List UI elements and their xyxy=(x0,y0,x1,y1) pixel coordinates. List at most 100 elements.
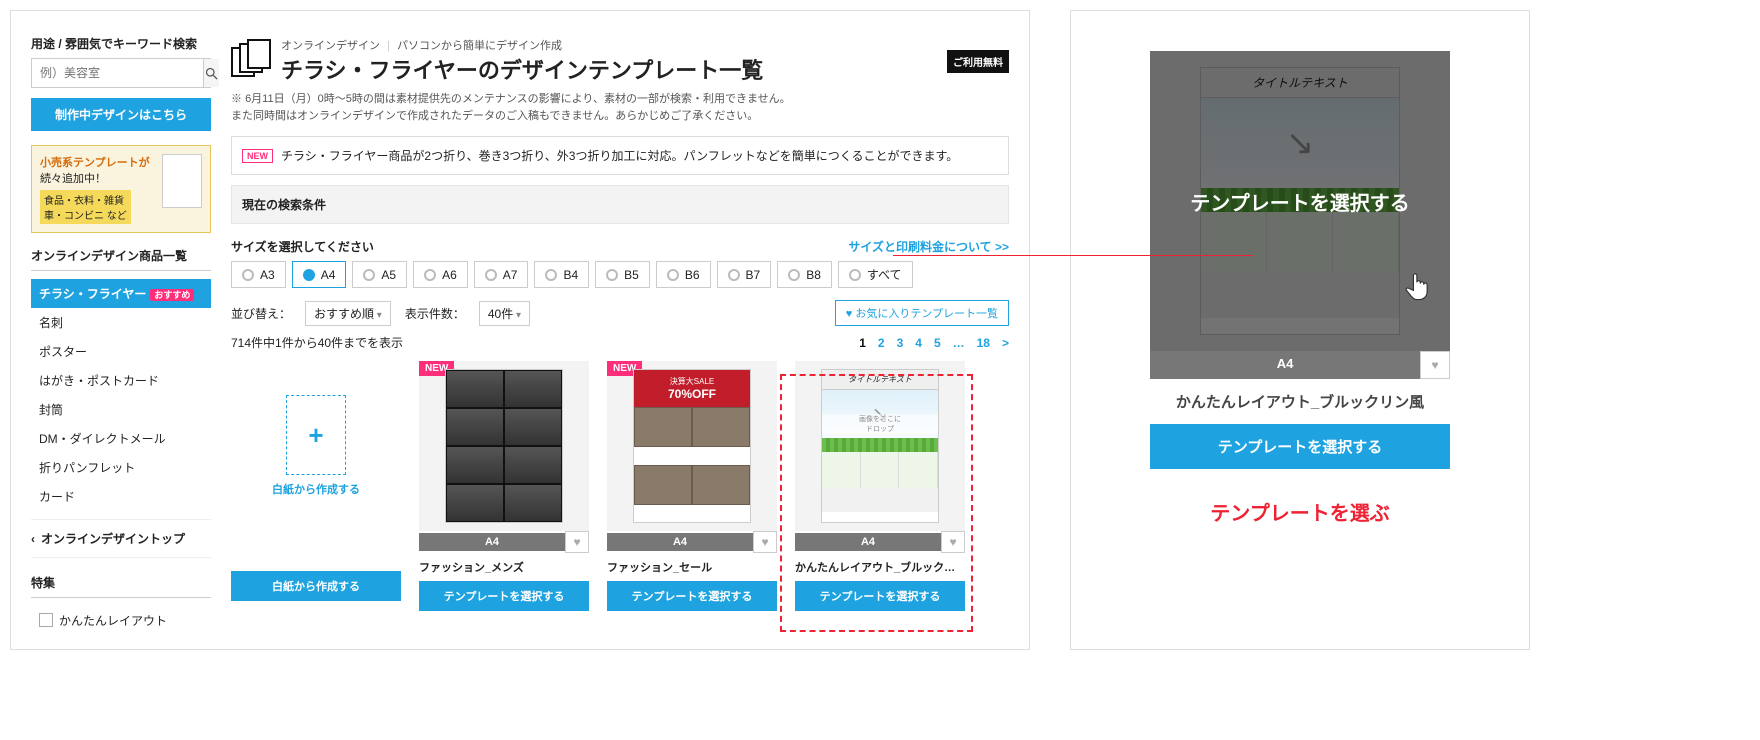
breadcrumb-a[interactable]: オンラインデザイン xyxy=(281,40,380,52)
blank-create-button[interactable]: 白紙から作成する xyxy=(231,571,401,601)
select-template-button[interactable]: テンプレートを選択する xyxy=(607,581,777,611)
hover-overlay: テンプレートを選択する xyxy=(1150,51,1450,351)
big-card: タイトルテキスト ↘ テンプレートを選択する A4 ♥ かんたんレイアウト xyxy=(1150,51,1450,469)
card-thumb[interactable]: タイトルテキスト↘画像をここに ドロップ xyxy=(795,361,965,531)
select-template-button[interactable]: テンプレートを選択する xyxy=(1150,424,1450,469)
recommend-badge: おすすめ xyxy=(150,289,194,301)
big-size-strip: A4 ♥ xyxy=(1150,351,1450,379)
page-link[interactable]: 1 xyxy=(859,336,866,350)
sidebar-item[interactable]: DM・ダイレクトメール xyxy=(31,424,211,453)
sidebar-item[interactable]: カード xyxy=(31,482,211,511)
size-option[interactable]: B6 xyxy=(656,261,711,288)
overlay-text: テンプレートを選択する xyxy=(1190,187,1409,216)
page-link[interactable]: 4 xyxy=(915,336,922,350)
radio-icon xyxy=(545,269,557,281)
promo-line2: 続々追加中！ xyxy=(40,170,156,186)
card-grid: + 白紙から作成する 白紙から作成する NEWA4♥ファッション_メンズテンプレ… xyxy=(231,361,1009,611)
size-strip: A4♥ xyxy=(795,531,965,553)
size-strip: A4♥ xyxy=(607,531,777,553)
filter-easy-layout[interactable]: かんたんレイアウト xyxy=(31,606,211,635)
sidebar: 用途 / 雰囲気でキーワード検索 制作中デザインはこちら 小売系テンプレートが … xyxy=(31,35,211,625)
radio-icon xyxy=(788,269,800,281)
breadcrumb-b: パソコンから簡単にデザイン作成 xyxy=(397,40,562,52)
card-size-label: A4 xyxy=(795,533,941,551)
result-count: 714件中1件から40件までを表示 xyxy=(231,334,403,351)
filter-heading: 特集 xyxy=(31,574,211,598)
sidebar-item[interactable]: 折りパンフレット xyxy=(31,453,211,482)
size-option[interactable]: A3 xyxy=(231,261,286,288)
page-link[interactable]: 5 xyxy=(934,336,941,350)
maintenance-notice: 6月11日（月）0時〜5時の間は素材提供先のメンテナンスの影響により、素材の一部… xyxy=(231,91,1009,124)
radio-icon xyxy=(363,269,375,281)
template-card: NEW決算大SALE70%OFFA4♥ファッション_セールテンプレートを選択する xyxy=(607,361,777,611)
browser-panel: 用途 / 雰囲気でキーワード検索 制作中デザインはこちら 小売系テンプレートが … xyxy=(10,10,1030,650)
sidebar-item[interactable]: 封筒 xyxy=(31,395,211,424)
radio-icon xyxy=(242,269,254,281)
size-option[interactable]: B8 xyxy=(777,261,832,288)
radio-icon xyxy=(667,269,679,281)
size-option[interactable]: すべて xyxy=(838,261,913,288)
select-template-button[interactable]: テンプレートを選択する xyxy=(419,581,589,611)
size-option[interactable]: B4 xyxy=(534,261,589,288)
sidebar-item[interactable]: 名刺 xyxy=(31,308,211,337)
sidebar-item[interactable]: チラシ・フライヤーおすすめ xyxy=(31,279,211,308)
page-link[interactable]: 2 xyxy=(878,336,885,350)
back-to-top-link[interactable]: オンラインデザイントップ xyxy=(31,519,211,558)
favorite-button[interactable]: ♥ xyxy=(753,531,777,553)
category-list: チラシ・フライヤーおすすめ名刺ポスターはがき・ポストカード封筒DM・ダイレクトメ… xyxy=(31,279,211,511)
sort-select[interactable]: おすすめ順 xyxy=(305,301,391,326)
card-name: かんたんレイアウト_ブルックリン風 xyxy=(795,559,965,575)
size-option[interactable]: A7 xyxy=(474,261,529,288)
sidebar-item[interactable]: はがき・ポストカード xyxy=(31,366,211,395)
size-option[interactable]: A6 xyxy=(413,261,468,288)
list-controls: 並び替え： おすすめ順 表示件数： 40件 お気に入りテンプレート一覧 xyxy=(231,300,1009,326)
search-row xyxy=(31,58,211,88)
promo-thumb xyxy=(162,154,202,208)
favorite-button[interactable]: ♥ xyxy=(565,531,589,553)
favorites-link[interactable]: お気に入りテンプレート一覧 xyxy=(835,300,1009,326)
favorite-button[interactable]: ♥ xyxy=(1420,351,1450,379)
big-card-name: かんたんレイアウト_ブルックリン風 xyxy=(1150,391,1450,412)
size-strip: A4♥ xyxy=(419,531,589,553)
page-link: … xyxy=(953,336,965,350)
pager: 12345 … 18 > xyxy=(859,336,1009,350)
favorite-button[interactable]: ♥ xyxy=(941,531,965,553)
size-label: サイズを選択してください xyxy=(231,238,374,255)
blank-thumb[interactable]: + 白紙から作成する xyxy=(231,361,401,531)
sidebar-item[interactable]: ポスター xyxy=(31,337,211,366)
search-input[interactable] xyxy=(32,59,203,87)
size-option[interactable]: B7 xyxy=(717,261,772,288)
card-thumb[interactable]: NEW xyxy=(419,361,589,531)
size-option[interactable]: A5 xyxy=(352,261,407,288)
select-template-button[interactable]: テンプレートを選択する xyxy=(795,581,965,611)
blank-label: 白紙から作成する xyxy=(272,481,360,497)
size-option[interactable]: B5 xyxy=(595,261,650,288)
card-size-label: A4 xyxy=(607,533,753,551)
card-size-label: A4 xyxy=(419,533,565,551)
promo-box[interactable]: 小売系テンプレートが 続々追加中！ 食品・衣料・雑貨 車・コンビニ など xyxy=(31,145,211,233)
search-button[interactable] xyxy=(203,59,219,87)
template-card: タイトルテキスト↘画像をここに ドロップA4♥かんたんレイアウト_ブルックリン風… xyxy=(795,361,965,611)
page-link[interactable]: 3 xyxy=(897,336,904,350)
size-option[interactable]: A4 xyxy=(292,261,347,288)
promo-tags: 食品・衣料・雑貨 車・コンビニ など xyxy=(40,190,131,224)
size-price-link[interactable]: サイズと印刷料金について >> xyxy=(848,238,1009,255)
flyer-icon xyxy=(231,39,271,83)
radio-icon xyxy=(485,269,497,281)
page-link[interactable]: > xyxy=(1002,336,1009,350)
filter-box: 特集 かんたんレイアウト xyxy=(31,574,211,635)
cursor-hand-icon xyxy=(1404,271,1432,303)
step-caption: テンプレートを選ぶ xyxy=(1210,497,1389,526)
perpage-label: 表示件数： xyxy=(405,305,465,322)
info-text: チラシ・フライヤー商品が2つ折り、巻き3つ折り、外3つ折り加工に対応。パンフレッ… xyxy=(281,147,958,164)
radio-icon xyxy=(303,269,315,281)
big-thumb-wrap[interactable]: タイトルテキスト ↘ テンプレートを選択する xyxy=(1150,51,1450,351)
card-thumb[interactable]: NEW決算大SALE70%OFF xyxy=(607,361,777,531)
sidebar-heading: オンラインデザイン商品一覧 xyxy=(31,247,211,271)
radio-icon xyxy=(849,269,861,281)
wip-designs-button[interactable]: 制作中デザインはこちら xyxy=(31,98,211,131)
size-selector: A3A4A5A6A7B4B5B6B7B8すべて xyxy=(231,261,1009,288)
perpage-select[interactable]: 40件 xyxy=(479,301,530,326)
radio-icon xyxy=(424,269,436,281)
page-link[interactable]: 18 xyxy=(977,336,990,350)
